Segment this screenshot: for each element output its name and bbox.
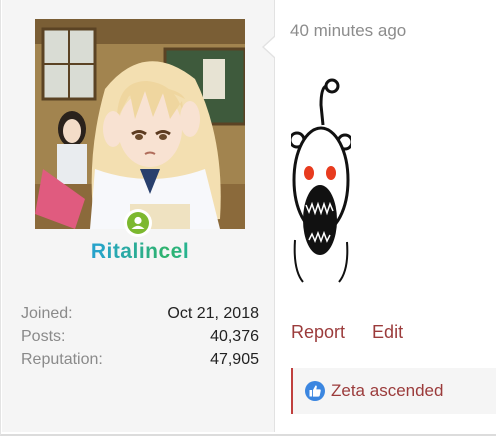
avatar-illustration xyxy=(35,19,245,229)
post-timestamp[interactable]: 40 minutes ago xyxy=(290,21,406,41)
stat-posts: Posts: 40,376 xyxy=(21,325,259,348)
stat-label: Joined: xyxy=(21,305,73,322)
stat-joined: Joined: Oct 21, 2018 xyxy=(21,302,259,325)
user-info-panel: Ritalincel Joined: Oct 21, 2018 Posts: 4… xyxy=(2,0,275,432)
stat-value: Oct 21, 2018 xyxy=(167,305,259,322)
stat-reputation: Reputation: 47,905 xyxy=(21,348,259,371)
user-stats: Joined: Oct 21, 2018 Posts: 40,376 Reput… xyxy=(21,302,259,371)
likes-summary: Zeta ascended xyxy=(291,368,496,414)
user-online-icon xyxy=(127,212,149,234)
username-link[interactable]: Ritalincel xyxy=(2,240,278,264)
thumbs-up-icon xyxy=(305,381,325,401)
user-avatar[interactable] xyxy=(35,19,245,229)
stat-value: 47,905 xyxy=(210,351,259,368)
message-arrow-inner xyxy=(264,36,276,58)
stat-value: 40,376 xyxy=(210,328,259,345)
stat-label: Posts: xyxy=(21,328,66,345)
report-button[interactable]: Report xyxy=(291,322,345,342)
online-status-badge xyxy=(124,209,152,237)
likes-text[interactable]: Zeta ascended xyxy=(331,381,443,401)
post-actions: Report Edit xyxy=(291,322,403,343)
reddit-alien-screaming-image xyxy=(288,70,354,290)
edit-button[interactable]: Edit xyxy=(372,322,403,342)
stat-label: Reputation: xyxy=(21,351,103,368)
post-container: Ritalincel Joined: Oct 21, 2018 Posts: 4… xyxy=(0,0,496,436)
